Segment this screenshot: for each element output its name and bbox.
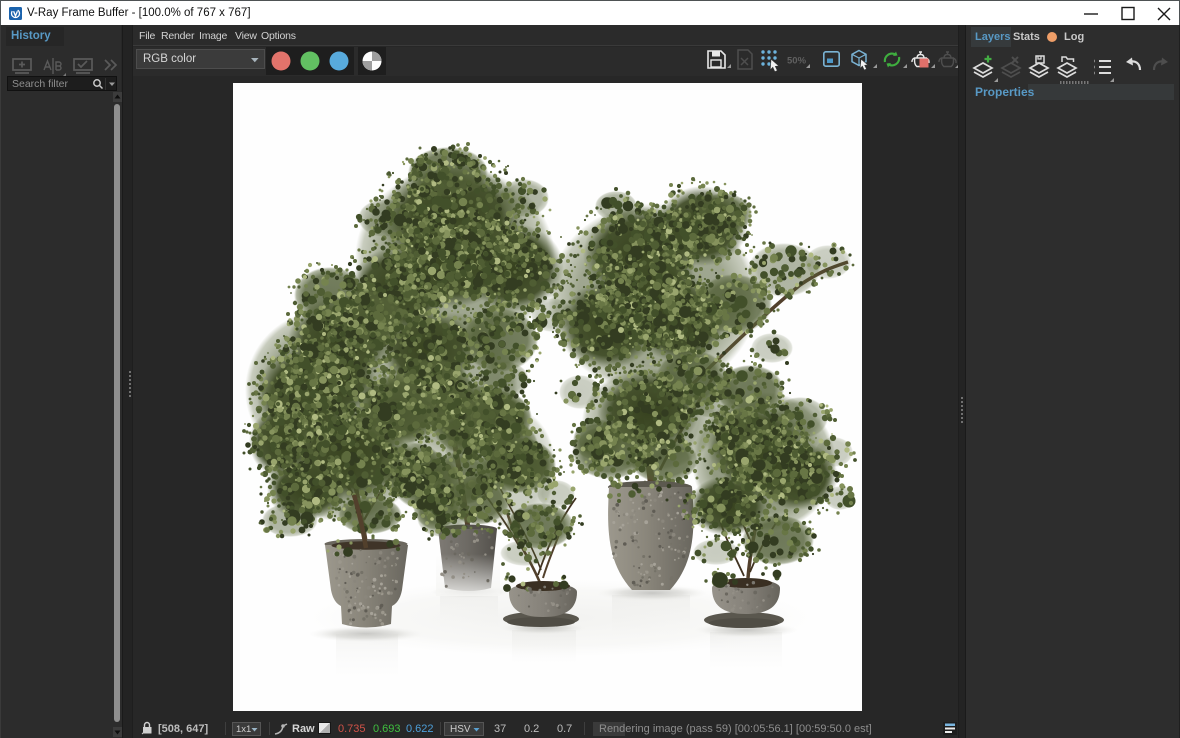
svg-text:50%: 50% [787, 56, 807, 67]
